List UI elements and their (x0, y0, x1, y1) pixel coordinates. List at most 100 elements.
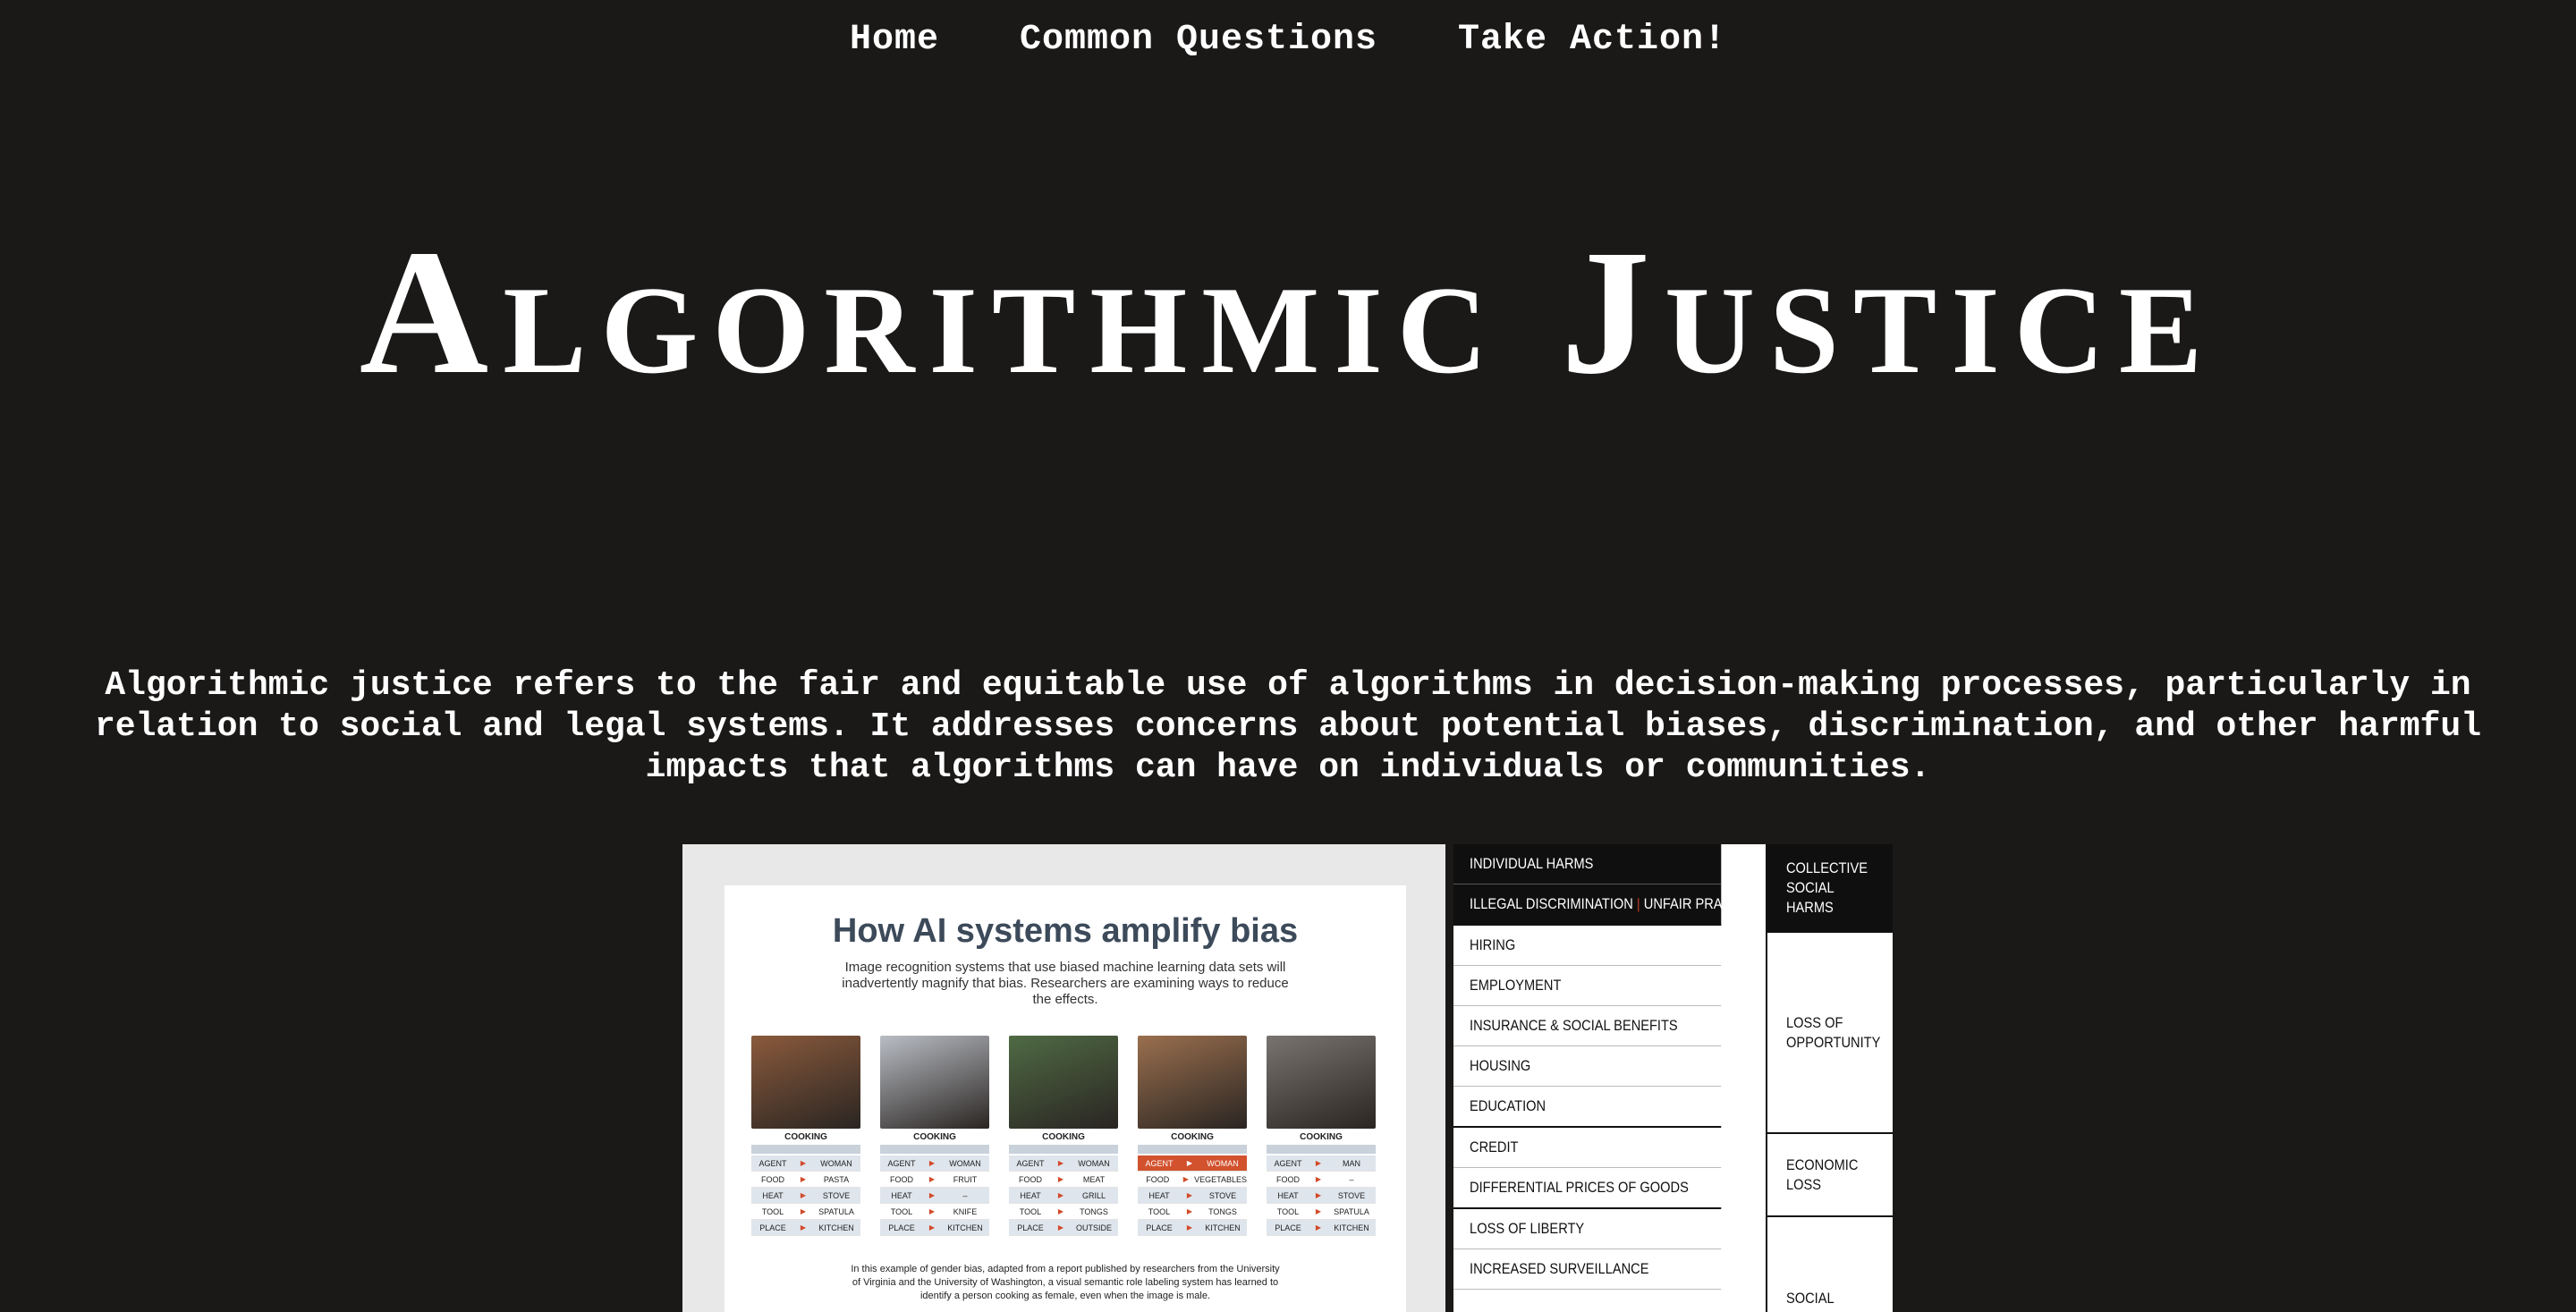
arrow-icon: ▶ (1057, 1207, 1064, 1215)
loss-of-opportunity-group: LOSS OF OPPORTUNITY (1767, 933, 1893, 1134)
role-row: PLACE ▶ KITCHEN (880, 1220, 989, 1236)
arrow-icon: ▶ (1057, 1223, 1064, 1232)
role-value: KITCHEN (947, 1223, 983, 1232)
role-row: TOOL ▶ KNIFE (880, 1204, 989, 1220)
role-value: GRILL (1081, 1190, 1106, 1200)
harm-row: CREDIT (1453, 1128, 1722, 1168)
role-row: HEAT ▶ GRILL (1009, 1188, 1118, 1204)
arrow-icon: ▶ (800, 1223, 807, 1232)
role-name: FOOD (1276, 1174, 1300, 1184)
role-row: TOOL ▶ SPATULA (751, 1204, 860, 1220)
role-table: AGENT ▶ MAN FOOD ▶ – HEAT ▶ STOVE TOOL ▶ SPATULA PLA… (1267, 1155, 1376, 1236)
role-name: PLACE (1017, 1223, 1044, 1232)
harms-table: INDIVIDUAL HARMS ILLEGAL DISCRIMINATION … (1453, 844, 1893, 1312)
arrow-icon: ▶ (1186, 1223, 1193, 1232)
intro-paragraph: Algorithmic justice refers to the fair a… (94, 666, 2482, 787)
arrow-icon: ▶ (1057, 1191, 1064, 1199)
role-row: TOOL ▶ TONGS (1138, 1204, 1247, 1220)
arrow-icon: ▶ (1315, 1175, 1322, 1183)
infographic-subtitle: Image recognition systems that use biase… (842, 960, 1289, 1007)
arrow-icon: ▶ (800, 1207, 807, 1215)
role-name: AGENT (1145, 1158, 1174, 1168)
discrimination-header: ILLEGAL DISCRIMINATION | UNFAIR PRACTICE… (1453, 885, 1770, 926)
arrow-icon: ▶ (1315, 1159, 1322, 1167)
nav-home-link[interactable]: Home (850, 20, 939, 60)
arrow-icon: ▶ (800, 1175, 807, 1183)
arrow-icon: ▶ (1182, 1175, 1189, 1183)
role-value: WOMAN (949, 1158, 981, 1168)
role-value: TONGS (1080, 1206, 1108, 1216)
arrow-icon: ▶ (928, 1159, 936, 1167)
role-value: – (962, 1190, 968, 1200)
role-row: FOOD ▶ VEGETABLES (1138, 1172, 1247, 1188)
economic-loss-group: ECONOMIC LOSS (1767, 1134, 1893, 1217)
arrow-icon: ▶ (928, 1175, 936, 1183)
role-value-header (1138, 1145, 1247, 1154)
role-value: TONGS (1208, 1206, 1237, 1216)
column-label: COOKING (1042, 1132, 1085, 1142)
role-value: STOVE (1337, 1190, 1366, 1200)
group-label: SOCIAL (1786, 1290, 1835, 1307)
role-value: – (1349, 1174, 1354, 1184)
photo-columns: COOKING AGENT ▶ WOMAN FOOD ▶ PASTA HEAT ▶ STOVE TO… (751, 1036, 1376, 1236)
role-name: PLACE (1146, 1223, 1173, 1232)
collective-harms-column: COLLECTIVE SOCIAL HARMS LOSS OF OPPORTUN… (1766, 844, 1893, 1312)
role-table: AGENT ▶ WOMAN FOOD ▶ FRUIT HEAT ▶ – TOOL ▶ KNIFE PLA… (880, 1155, 989, 1236)
cooking-photo (1009, 1036, 1118, 1129)
role-row: HEAT ▶ STOVE (751, 1188, 860, 1204)
arrow-icon: ▶ (928, 1223, 936, 1232)
cooking-photo (1138, 1036, 1247, 1129)
arrow-icon: ▶ (1186, 1191, 1193, 1199)
role-name: AGENT (1016, 1158, 1045, 1168)
nav-take-action-link[interactable]: Take Action! (1458, 20, 1726, 60)
role-name: AGENT (887, 1158, 916, 1168)
role-name: FOOD (1146, 1174, 1170, 1184)
role-name: HEAT (762, 1190, 784, 1200)
harm-row: INCREASED SURVEILLANCE (1453, 1249, 1722, 1290)
illegal-discrimination-label: ILLEGAL DISCRIMINATION (1470, 895, 1633, 912)
harm-row: DIFFERENTIAL PRICES OF GOODS (1453, 1168, 1722, 1209)
role-row: AGENT ▶ WOMAN (751, 1155, 860, 1172)
role-value: KITCHEN (818, 1223, 854, 1232)
role-row: HEAT ▶ STOVE (1138, 1188, 1247, 1204)
role-name: TOOL (1276, 1206, 1300, 1216)
photo-column: COOKING AGENT ▶ WOMAN FOOD ▶ VEGETABLES HEAT ▶ ST… (1138, 1036, 1247, 1236)
role-row: FOOD ▶ – (1267, 1172, 1376, 1188)
role-row: FOOD ▶ FRUIT (880, 1172, 989, 1188)
role-name: AGENT (758, 1158, 787, 1168)
role-value: WOMAN (820, 1158, 852, 1168)
arrow-icon: ▶ (1186, 1207, 1193, 1215)
individual-harms-header: INDIVIDUAL HARMS (1453, 844, 1722, 885)
role-name: FOOD (761, 1174, 784, 1184)
photo-column: COOKING AGENT ▶ WOMAN FOOD ▶ PASTA HEAT ▶ STOVE TO… (751, 1036, 860, 1236)
arrow-icon: ▶ (1315, 1191, 1322, 1199)
role-value-header (1267, 1145, 1376, 1154)
infographic-card: How AI systems amplify bias Image recogn… (724, 885, 1406, 1312)
arrow-icon: ▶ (928, 1191, 936, 1199)
arrow-icon: ▶ (928, 1207, 936, 1215)
role-value: STOVE (822, 1190, 851, 1200)
role-row: HEAT ▶ – (880, 1188, 989, 1204)
arrow-icon: ▶ (800, 1191, 807, 1199)
role-value: WOMAN (1078, 1158, 1110, 1168)
nav-common-questions-link[interactable]: Common Questions (1020, 20, 1377, 60)
individual-harms-column: INDIVIDUAL HARMS ILLEGAL DISCRIMINATION … (1453, 844, 1770, 1290)
role-row: PLACE ▶ KITCHEN (1267, 1220, 1376, 1236)
page-title: Algorithmic Justice (359, 214, 2217, 411)
role-value: MAN (1343, 1158, 1360, 1168)
arrow-icon: ▶ (800, 1159, 807, 1167)
cooking-photo (1267, 1036, 1376, 1129)
role-row: TOOL ▶ TONGS (1009, 1204, 1118, 1220)
role-value: KITCHEN (1205, 1223, 1241, 1232)
arrow-icon: ▶ (1186, 1159, 1193, 1167)
role-row: PLACE ▶ KITCHEN (1138, 1220, 1247, 1236)
role-value: WOMAN (1207, 1158, 1239, 1168)
role-row: AGENT ▶ MAN (1267, 1155, 1376, 1172)
role-value: OUTSIDE (1075, 1223, 1112, 1232)
role-value: VEGETABLES (1194, 1174, 1247, 1184)
role-value: SPATULA (818, 1206, 854, 1216)
role-name: HEAT (1148, 1190, 1170, 1200)
role-name: FOOD (1019, 1174, 1042, 1184)
role-row: FOOD ▶ PASTA (751, 1172, 860, 1188)
role-value: PASTA (823, 1174, 850, 1184)
